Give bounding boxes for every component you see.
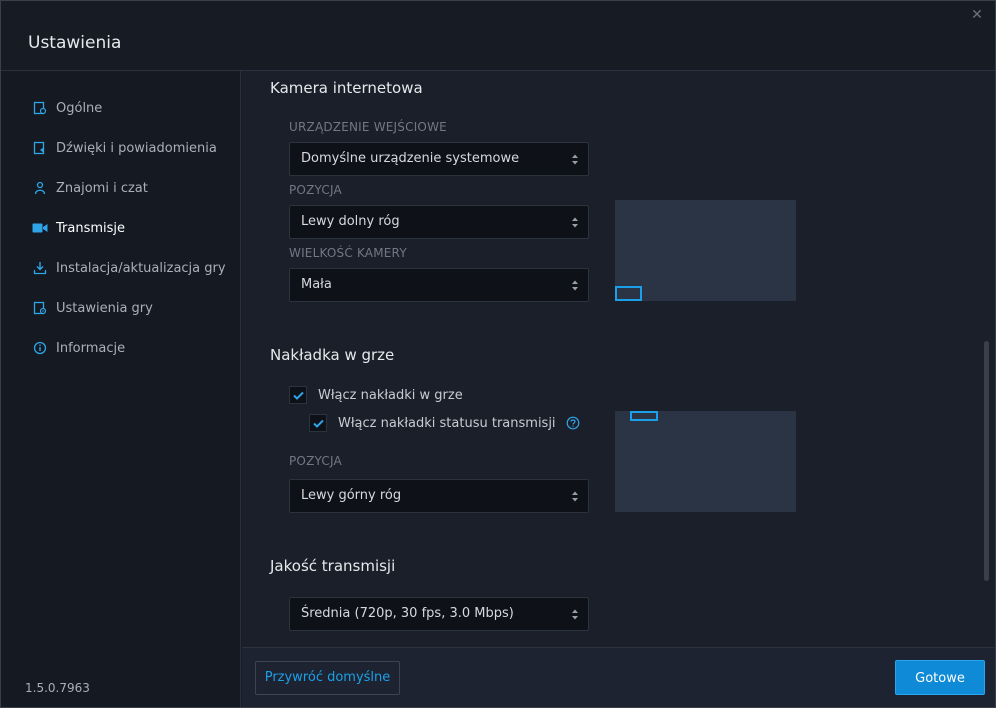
checkmark-icon <box>292 391 304 400</box>
enable-status-label: Włącz nakładki statusu transmisji <box>338 415 556 431</box>
sidebar-item-install[interactable]: Instalacja/aktualizacja gry <box>32 258 226 278</box>
enable-overlay-checkbox[interactable] <box>289 386 307 404</box>
close-icon[interactable]: ✕ <box>969 7 985 23</box>
camera-icon <box>32 220 48 236</box>
enable-status-checkbox[interactable] <box>309 414 327 432</box>
webcam-size-select[interactable]: Mała <box>289 268 589 302</box>
sound-icon <box>32 140 48 156</box>
checkmark-icon <box>312 419 324 428</box>
enable-status-row[interactable]: Włącz nakładki statusu transmisji <box>309 414 580 432</box>
webcam-position-preview <box>615 200 796 301</box>
enable-overlay-label: Włącz nakładki w grze <box>318 387 463 403</box>
title-bar: Ustawienia ✕ <box>1 1 995 71</box>
overlay-position-select[interactable]: Lewy górny róg <box>289 479 589 513</box>
sidebar-item-label: Transmisje <box>56 220 126 236</box>
sidebar-item-streaming[interactable]: Transmisje <box>32 218 125 238</box>
sidebar-item-general[interactable]: Ogólne <box>32 98 102 118</box>
sidebar-item-label: Dźwięki i powiadomienia <box>56 140 217 156</box>
info-icon <box>32 340 48 356</box>
version-label: 1.5.0.7963 <box>25 681 90 695</box>
webcam-device-select[interactable]: Domyślne urządzenie systemowe <box>289 142 589 176</box>
friends-icon <box>32 180 48 196</box>
select-arrows-icon <box>572 154 578 165</box>
select-value: Lewy górny róg <box>301 488 402 503</box>
sidebar-item-friends[interactable]: Znajomi i czat <box>32 178 148 198</box>
select-value: Lewy dolny róg <box>301 214 400 229</box>
overlay-indicator <box>630 411 658 421</box>
done-button[interactable]: Gotowe <box>895 660 985 695</box>
footer-bar: Przywróć domyślne Gotowe <box>242 647 995 707</box>
sidebar-item-game-settings[interactable]: Ustawienia gry <box>32 298 153 318</box>
quality-section-title: Jakość transmisji <box>270 557 396 575</box>
sidebar-item-label: Ogólne <box>56 100 103 116</box>
webcam-device-label: URZĄDZENIE WEJŚCIOWE <box>289 120 447 134</box>
select-arrows-icon <box>572 491 578 502</box>
select-value: Średnia (720p, 30 fps, 3.0 Mbps) <box>301 606 514 621</box>
webcam-indicator <box>615 286 642 301</box>
settings-page-icon <box>32 100 48 116</box>
sidebar-item-label: Znajomi i czat <box>56 180 148 196</box>
content-scrollbar[interactable] <box>984 341 989 581</box>
webcam-position-label: POZYCJA <box>289 183 342 197</box>
enable-overlay-row[interactable]: Włącz nakładki w grze <box>289 386 463 404</box>
overlay-position-label: POZYCJA <box>289 454 342 468</box>
sidebar-item-label: Ustawienia gry <box>56 300 153 316</box>
select-value: Domyślne urządzenie systemowe <box>301 151 520 166</box>
sidebar-item-label: Instalacja/aktualizacja gry <box>56 260 226 276</box>
webcam-position-select[interactable]: Lewy dolny róg <box>289 205 589 239</box>
sidebar-item-info[interactable]: Informacje <box>32 338 125 358</box>
reset-defaults-button[interactable]: Przywróć domyślne <box>255 661 400 695</box>
settings-content: Kamera internetowa URZĄDZENIE WEJŚCIOWE … <box>242 71 995 647</box>
webcam-section-title: Kamera internetowa <box>270 79 423 97</box>
select-arrows-icon <box>572 217 578 228</box>
select-arrows-icon <box>572 609 578 620</box>
select-value: Mała <box>301 277 332 292</box>
overlay-section-title: Nakładka w grze <box>270 346 395 364</box>
select-arrows-icon <box>572 280 578 291</box>
quality-select[interactable]: Średnia (720p, 30 fps, 3.0 Mbps) <box>289 597 589 631</box>
window-title: Ustawienia <box>28 33 122 53</box>
sidebar: Ogólne Dźwięki i powiadomienia Znajomi i… <box>1 71 241 707</box>
download-icon <box>32 260 48 276</box>
settings-window: Ustawienia ✕ Ogólne Dźwięki i powiadomie… <box>0 0 996 708</box>
overlay-position-preview <box>615 411 796 512</box>
webcam-size-label: WIELKOŚĆ KAMERY <box>289 246 407 260</box>
sidebar-item-sounds[interactable]: Dźwięki i powiadomienia <box>32 138 217 158</box>
game-settings-icon <box>32 300 48 316</box>
sidebar-item-label: Informacje <box>56 340 126 356</box>
help-icon[interactable] <box>566 416 580 430</box>
